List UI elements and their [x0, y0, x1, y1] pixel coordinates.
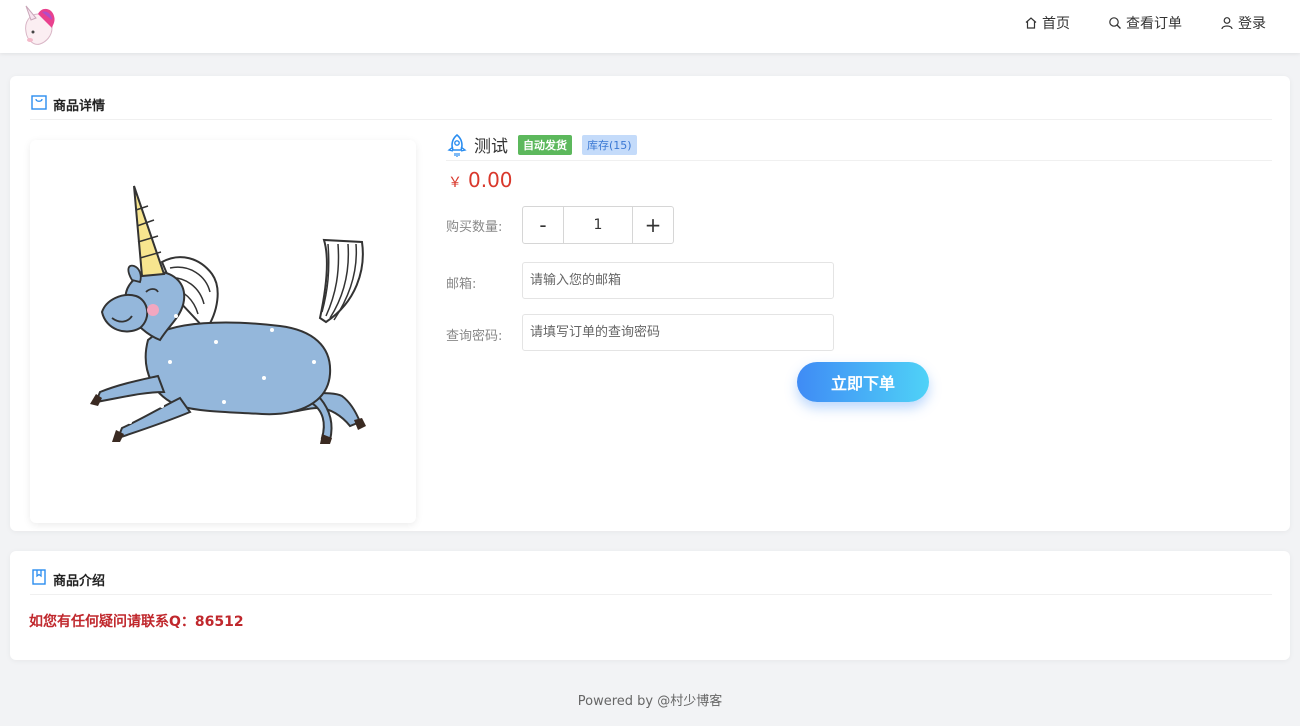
price-amount: 0.00	[468, 168, 513, 192]
nav-login-label: 登录	[1238, 16, 1266, 32]
user-icon	[1221, 17, 1233, 30]
email-input[interactable]	[522, 262, 834, 299]
product-detail-card: 商品详情 测试 自动发货 库存(15) ￥ 0.00 购买数量: - 1 + 邮…	[10, 76, 1290, 531]
unicorn-illustration	[90, 185, 366, 444]
bookmark-icon	[32, 568, 46, 585]
shopping-bag-icon	[31, 94, 47, 110]
stock-badge: 库存(15)	[582, 134, 637, 155]
product-image	[30, 140, 416, 523]
product-name: 测试	[474, 137, 508, 157]
product-title-row: 测试 自动发货 库存(15)	[446, 129, 1272, 161]
quantity-label: 购买数量:	[446, 220, 503, 235]
rocket-icon	[447, 133, 467, 157]
unicorn-logo-icon[interactable]	[18, 2, 62, 48]
intro-contact-text: 如您有任何疑问请联系Q：86512	[29, 614, 244, 630]
nav-view-orders[interactable]: 查看订单	[1108, 13, 1182, 33]
nav-view-orders-label: 查看订单	[1126, 16, 1182, 32]
footer-powered-by: Powered by @村少博客	[577, 694, 723, 709]
search-icon	[1109, 17, 1121, 29]
auto-delivery-badge: 自动发货	[518, 134, 572, 155]
nav-home-label: 首页	[1042, 16, 1070, 32]
product-intro-card: 商品介绍 如您有任何疑问请联系Q：86512	[10, 551, 1290, 660]
currency-symbol: ￥	[448, 175, 462, 191]
nav-login[interactable]: 登录	[1220, 13, 1266, 33]
quantity-value[interactable]: 1	[563, 207, 633, 243]
product-intro-title: 商品介绍	[53, 574, 106, 589]
product-detail-title: 商品详情	[53, 99, 106, 114]
nav-home[interactable]: 首页	[1024, 13, 1070, 33]
query-password-label: 查询密码:	[446, 329, 503, 344]
product-detail-header: 商品详情	[30, 90, 1272, 120]
home-icon	[1025, 17, 1037, 29]
product-price: ￥ 0.00	[448, 168, 513, 192]
product-intro-header: 商品介绍	[30, 565, 1272, 595]
top-navbar: 首页 查看订单 登录	[0, 0, 1300, 53]
nav-menu: 首页 查看订单 登录	[1024, 0, 1266, 46]
email-label: 邮箱:	[446, 277, 477, 292]
query-password-input[interactable]	[522, 314, 834, 351]
order-now-button[interactable]: 立即下单	[797, 362, 929, 402]
quantity-plus-button[interactable]: +	[633, 207, 673, 243]
quantity-stepper: - 1 +	[522, 206, 674, 244]
quantity-minus-button[interactable]: -	[523, 207, 563, 243]
